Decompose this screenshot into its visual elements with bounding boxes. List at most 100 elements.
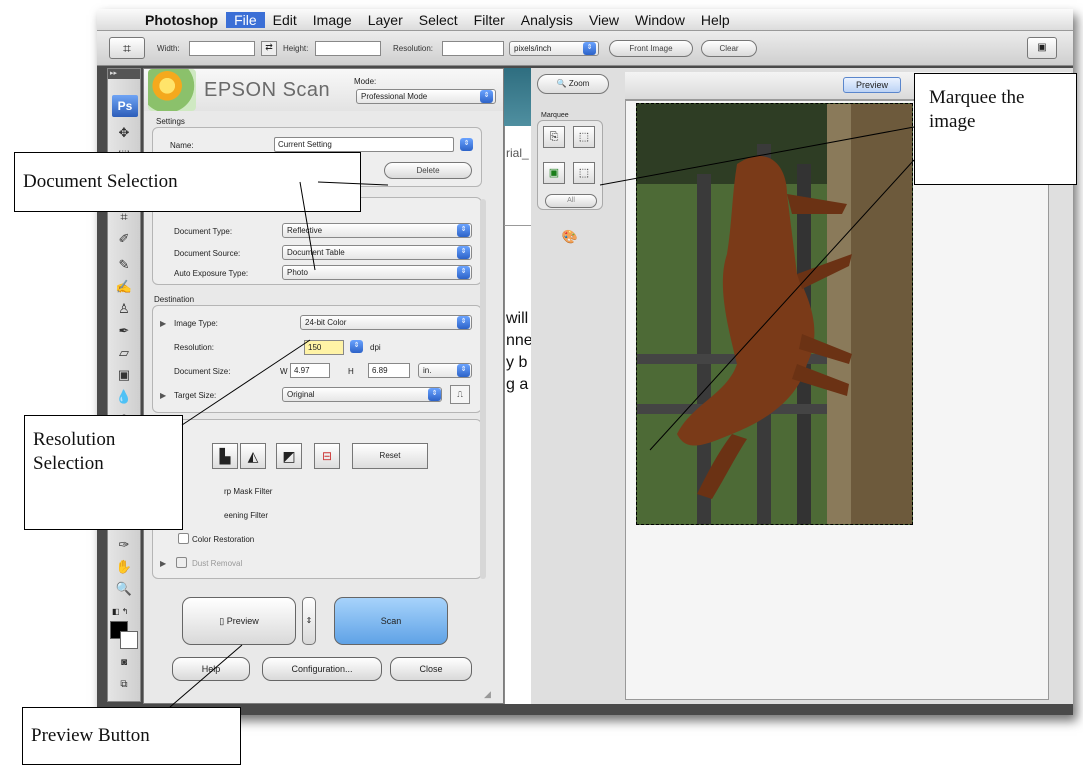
eyedropper-tool-icon[interactable]: ✑ bbox=[112, 535, 136, 555]
menu-view[interactable]: View bbox=[581, 12, 627, 28]
gradient-tool-icon[interactable]: ▣ bbox=[112, 365, 136, 385]
color-balance-icon[interactable]: ⊟ bbox=[314, 443, 340, 469]
swap-dimensions-icon[interactable]: ⇄ bbox=[261, 41, 277, 56]
preview-button[interactable]: ▯ Preview bbox=[182, 597, 296, 645]
history-brush-icon[interactable]: ✒ bbox=[112, 321, 136, 341]
destination-label: Destination bbox=[154, 295, 195, 304]
mode-value: Professional Mode bbox=[361, 92, 428, 101]
tone-curve-icon[interactable]: ◩ bbox=[276, 443, 302, 469]
target-size-select[interactable]: Original bbox=[282, 387, 442, 402]
menu-app-name[interactable]: Photoshop bbox=[137, 12, 226, 28]
document-type-arrows-icon[interactable]: ⇕ bbox=[457, 224, 470, 237]
image-type-label: Image Type: bbox=[174, 319, 218, 328]
zoom-tool-icon[interactable]: 🔍 bbox=[112, 579, 136, 599]
zoom-label: Zoom bbox=[568, 79, 590, 88]
eraser-tool-icon[interactable]: ▱ bbox=[112, 343, 136, 363]
slice-tool-icon[interactable]: ✐ bbox=[112, 229, 136, 249]
image-type-arrows-icon[interactable]: ⇕ bbox=[457, 316, 470, 329]
menu-layer[interactable]: Layer bbox=[360, 12, 411, 28]
document-source-arrows-icon[interactable]: ⇕ bbox=[457, 246, 470, 259]
menu-select[interactable]: Select bbox=[411, 12, 466, 28]
background-color-swatch[interactable] bbox=[120, 631, 138, 649]
resolution-input[interactable]: 150 bbox=[304, 340, 344, 355]
height-field[interactable] bbox=[315, 41, 381, 56]
document-source-select[interactable]: Document Table bbox=[282, 245, 472, 260]
target-size-lock-icon[interactable]: ⎍ bbox=[450, 385, 470, 404]
close-button[interactable]: Close bbox=[390, 657, 472, 681]
preview-options-icon[interactable]: ⇕ bbox=[302, 597, 316, 645]
histogram-icon[interactable]: ◭ bbox=[240, 443, 266, 469]
preview-doc-icon: ▯ bbox=[219, 616, 227, 626]
menu-window[interactable]: Window bbox=[627, 12, 693, 28]
photoshop-logo-badge[interactable]: Ps bbox=[112, 95, 138, 117]
move-tool-icon[interactable]: ✥ bbox=[112, 123, 136, 143]
dust-removal-checkbox[interactable] bbox=[176, 557, 187, 568]
mode-label: Mode: bbox=[354, 77, 377, 86]
width-field[interactable] bbox=[189, 41, 255, 56]
target-size-disclosure-icon[interactable]: ▶ bbox=[160, 391, 166, 400]
front-image-button[interactable]: Front Image bbox=[609, 40, 693, 57]
marquee-color-icon[interactable]: ▣ bbox=[543, 162, 565, 184]
auto-exposure-arrows-icon[interactable]: ⇕ bbox=[457, 266, 470, 279]
options-bar: ⌗ Width: ⇄ Height: Resolution: pixels/in… bbox=[97, 31, 1073, 66]
color-restoration-checkbox[interactable] bbox=[178, 533, 189, 544]
descreening-label: eening Filter bbox=[224, 511, 269, 520]
preview-tab[interactable]: Preview bbox=[843, 77, 901, 93]
healing-brush-icon[interactable]: ✎ bbox=[112, 255, 136, 275]
zoom-button[interactable]: 🔍 Zoom bbox=[537, 74, 609, 94]
horse-photo-image bbox=[637, 104, 912, 524]
crop-tool-icon[interactable]: ⌗ bbox=[109, 37, 145, 59]
name-field[interactable]: Current Setting bbox=[274, 137, 454, 152]
size-unit-value: in. bbox=[423, 366, 432, 375]
doc-width-field[interactable]: 4.97 bbox=[290, 363, 330, 378]
clear-button[interactable]: Clear bbox=[701, 40, 757, 57]
histogram-adjustment-icon[interactable]: ▙ bbox=[212, 443, 238, 469]
blur-tool-icon[interactable]: 💧 bbox=[112, 387, 136, 407]
name-label: Name: bbox=[170, 141, 194, 150]
screen-mode-icon[interactable]: ⧉ bbox=[112, 675, 136, 695]
quick-mask-icon[interactable]: ◙ bbox=[112, 653, 136, 673]
units-value: pixels/inch bbox=[514, 44, 552, 53]
size-unit-arrows-icon[interactable]: ⇕ bbox=[457, 364, 470, 377]
delete-button[interactable]: Delete bbox=[384, 162, 472, 179]
menu-file[interactable]: File bbox=[226, 11, 265, 28]
marquee-select-icon[interactable]: ⬚ bbox=[573, 162, 595, 184]
dust-removal-disclosure-icon[interactable]: ▶ bbox=[160, 559, 166, 568]
menu-analysis[interactable]: Analysis bbox=[513, 12, 581, 28]
document-type-select[interactable]: Reflective bbox=[282, 223, 472, 238]
callout-preview-button: Preview Button bbox=[22, 707, 241, 765]
color-palette-icon[interactable]: 🎨 bbox=[559, 226, 581, 248]
epson-title: EPSON Scan bbox=[204, 79, 331, 101]
bridge-icon[interactable]: ▣ bbox=[1027, 37, 1057, 59]
image-type-select[interactable]: 24-bit Color bbox=[300, 315, 472, 330]
doc-height-field[interactable]: 6.89 bbox=[368, 363, 410, 378]
mode-select[interactable]: Professional Mode bbox=[356, 89, 496, 104]
help-button[interactable]: Help bbox=[172, 657, 250, 681]
configuration-button[interactable]: Configuration... bbox=[262, 657, 382, 681]
brush-tool-icon[interactable]: ✍ bbox=[112, 277, 136, 297]
units-arrows-icon[interactable]: ⇕ bbox=[583, 42, 596, 55]
default-colors-icon[interactable]: ◧ ↰ bbox=[112, 607, 136, 617]
name-arrows-icon[interactable]: ⇕ bbox=[460, 138, 473, 151]
settings-scrollbar[interactable] bbox=[480, 199, 486, 579]
mode-arrows-icon[interactable]: ⇕ bbox=[480, 90, 493, 103]
image-type-disclosure-icon[interactable]: ▶ bbox=[160, 319, 166, 328]
resolution-field[interactable] bbox=[442, 41, 504, 56]
resolution-arrows-icon[interactable]: ⇕ bbox=[350, 340, 363, 353]
menu-help[interactable]: Help bbox=[693, 12, 738, 28]
reset-button[interactable]: Reset bbox=[352, 443, 428, 469]
auto-locate-icon[interactable]: ⎘ bbox=[543, 126, 565, 148]
auto-exposure-select[interactable]: Photo bbox=[282, 265, 472, 280]
scan-button[interactable]: Scan bbox=[334, 597, 448, 645]
palette-collapse-icon[interactable]: ▸▸ bbox=[108, 69, 140, 79]
hand-tool-icon[interactable]: ✋ bbox=[112, 557, 136, 577]
duplicate-marquee-icon[interactable]: ⬚ bbox=[573, 126, 595, 148]
menu-filter[interactable]: Filter bbox=[466, 12, 513, 28]
menu-image[interactable]: Image bbox=[305, 12, 360, 28]
all-button[interactable]: All bbox=[545, 194, 597, 208]
scanned-horse-photo[interactable] bbox=[636, 103, 913, 525]
menu-edit[interactable]: Edit bbox=[265, 12, 305, 28]
stamp-tool-icon[interactable]: ♙ bbox=[112, 299, 136, 319]
resize-grip-icon[interactable]: ◢ bbox=[484, 689, 491, 700]
target-size-arrows-icon[interactable]: ⇕ bbox=[428, 388, 441, 401]
